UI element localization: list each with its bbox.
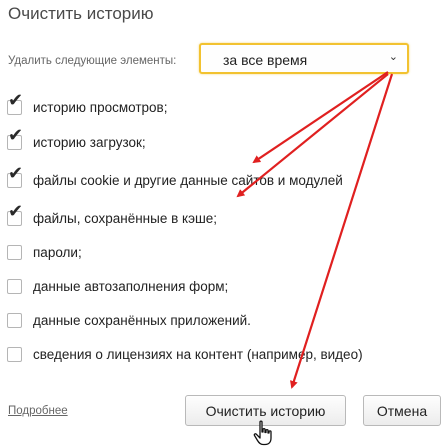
item-cache[interactable]: ✔ файлы, сохранённые в кэше; <box>7 202 218 231</box>
item-content-licenses[interactable]: сведения о лицензиях на контент (наприме… <box>7 341 363 367</box>
checkbox-hosted-app-data[interactable] <box>7 312 22 328</box>
checkbox-cache[interactable]: ✔ <box>7 202 23 226</box>
item-label: сведения о лицензиях на контент (наприме… <box>33 346 363 362</box>
item-label: историю загрузок; <box>33 134 146 150</box>
checkbox-content-licenses[interactable] <box>7 346 22 362</box>
arrow-to-cookies <box>252 71 389 164</box>
hand-cursor-icon <box>253 420 272 446</box>
chevron-down-icon: ⌄ <box>388 51 398 63</box>
checkbox-browsing-history[interactable]: ✔ <box>7 91 23 115</box>
item-label: файлы, сохранённые в кэше; <box>33 210 218 226</box>
item-browsing-history[interactable]: ✔ историю просмотров; <box>7 91 168 120</box>
clear-history-dialog: Очистить историю Удалить следующие элеме… <box>0 0 447 447</box>
time-range-select[interactable]: за все время ⌄ <box>199 43 409 74</box>
item-label: историю просмотров; <box>33 99 168 115</box>
item-label: файлы cookie и другие данные сайтов и мо… <box>33 172 343 188</box>
checkbox-download-history[interactable]: ✔ <box>7 126 23 150</box>
checkmark-icon: ✔ <box>8 162 24 184</box>
checkbox-cookies[interactable]: ✔ <box>7 164 23 188</box>
cancel-button[interactable]: Отмена <box>363 395 441 426</box>
item-label: пароли; <box>33 244 82 260</box>
item-label: данные сохранённых приложений. <box>33 312 251 328</box>
checkmark-icon: ✔ <box>8 200 24 222</box>
item-label: данные автозаполнения форм; <box>33 278 229 294</box>
checkbox-passwords[interactable] <box>7 244 22 260</box>
item-cookies[interactable]: ✔ файлы cookie и другие данные сайтов и … <box>7 164 343 193</box>
checkmark-icon: ✔ <box>8 124 24 146</box>
more-info-link[interactable]: Подробнее <box>8 405 68 417</box>
item-passwords[interactable]: пароли; <box>7 239 82 265</box>
range-label: Удалить следующие элементы: <box>8 55 177 67</box>
checkbox-autofill[interactable] <box>7 278 22 294</box>
item-hosted-app-data[interactable]: данные сохранённых приложений. <box>7 307 251 333</box>
checkmark-icon: ✔ <box>8 89 24 111</box>
dialog-title: Очистить историю <box>8 4 154 23</box>
item-download-history[interactable]: ✔ историю загрузок; <box>7 126 146 155</box>
item-autofill[interactable]: данные автозаполнения форм; <box>7 273 228 299</box>
time-range-value: за все время <box>223 52 308 68</box>
